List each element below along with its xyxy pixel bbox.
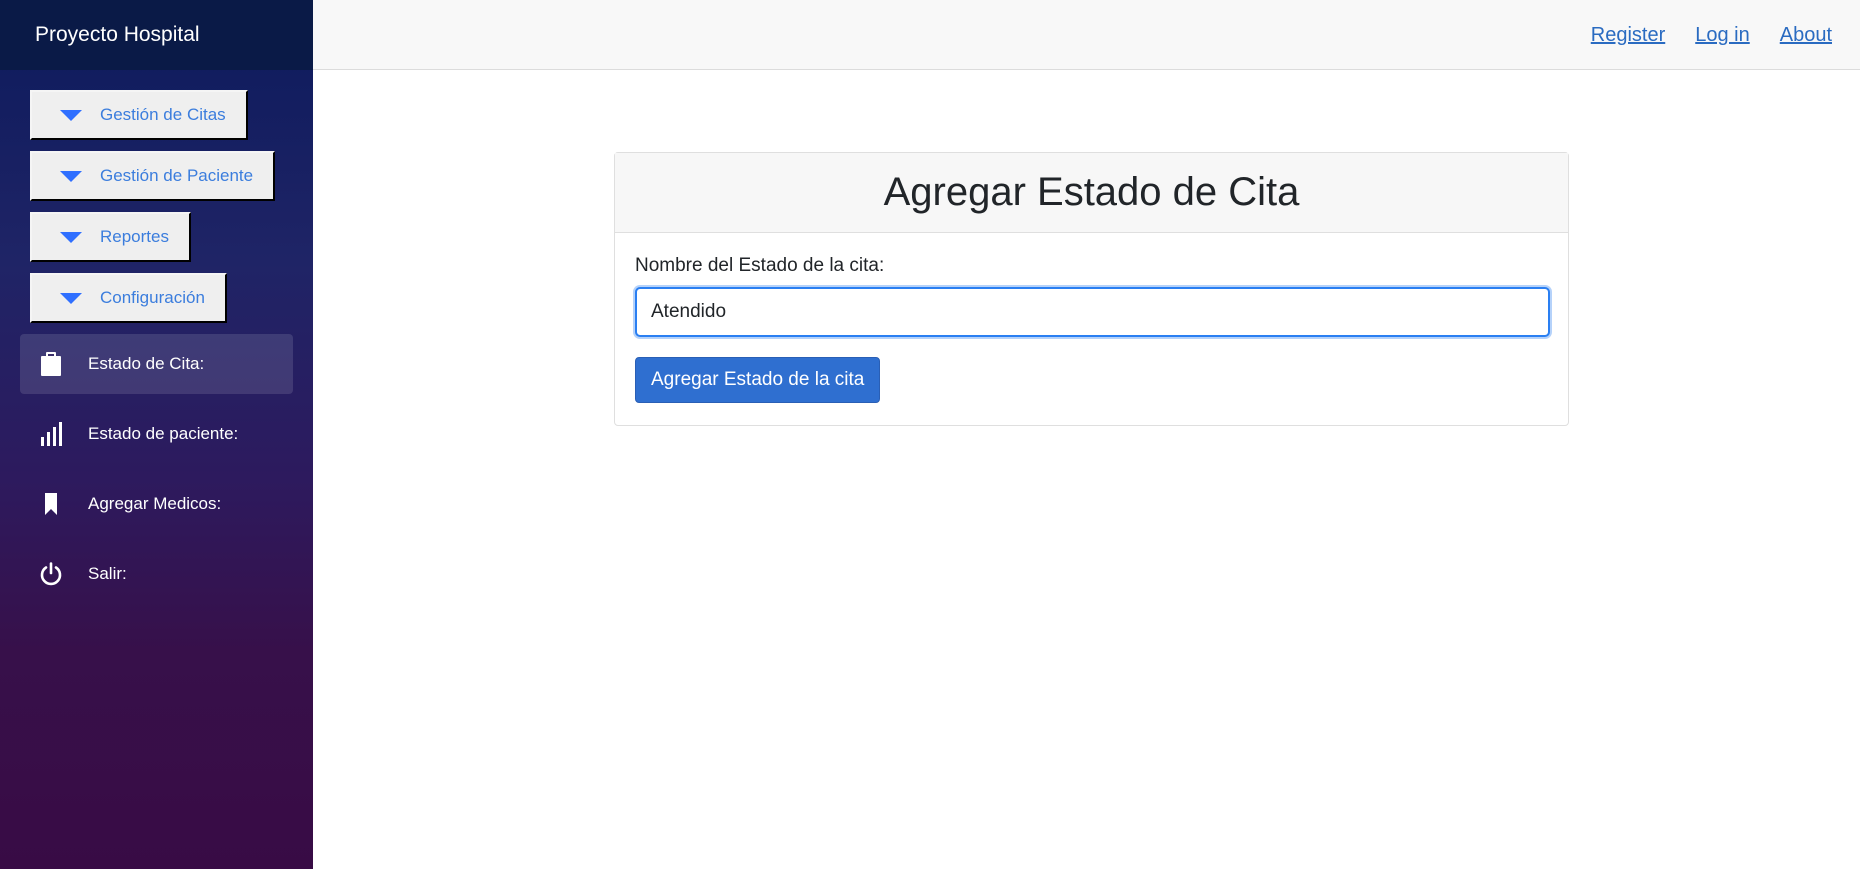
bar-chart-icon bbox=[38, 421, 64, 447]
field-label: Nombre del Estado de la cita: bbox=[635, 255, 885, 276]
nav-item-agregar-medicos[interactable]: Agregar Medicos: bbox=[20, 474, 293, 534]
dropdown-configuracion[interactable]: Configuración bbox=[30, 273, 227, 323]
submit-button[interactable]: Agregar Estado de la cita bbox=[635, 357, 881, 403]
nav-label: Agregar Medicos: bbox=[88, 494, 222, 513]
nav-label: Estado de paciente: bbox=[88, 424, 239, 443]
caret-down-icon bbox=[60, 292, 82, 304]
form-card: Agregar Estado de Cita Nombre del Estado… bbox=[614, 152, 1569, 426]
top-navbar: Register Log in About bbox=[313, 0, 1860, 70]
dropdown-reportes[interactable]: Reportes bbox=[30, 212, 191, 262]
caret-down-icon bbox=[60, 231, 82, 243]
register-link[interactable]: Register bbox=[1591, 24, 1665, 47]
bookmark-icon bbox=[38, 491, 64, 517]
nav-item-estado-cita[interactable]: Estado de Cita: bbox=[20, 334, 293, 394]
login-link[interactable]: Log in bbox=[1695, 24, 1750, 47]
nav-label: Salir: bbox=[88, 564, 127, 583]
dropdown-label: Configuración bbox=[100, 288, 205, 307]
caret-down-icon bbox=[60, 170, 82, 182]
top-links: Register Log in About bbox=[1561, 0, 1832, 70]
dropdown-label: Reportes bbox=[100, 227, 169, 246]
clipboard-icon bbox=[38, 351, 64, 377]
dropdown-label: Gestión de Paciente bbox=[100, 166, 254, 185]
brand-bar: Proyecto Hospital bbox=[0, 0, 313, 70]
dropdown-gestion-citas[interactable]: Gestión de Citas bbox=[30, 90, 248, 140]
about-link[interactable]: About bbox=[1780, 24, 1832, 47]
brand-link[interactable]: Proyecto Hospital bbox=[35, 23, 200, 47]
nav-item-estado-paciente[interactable]: Estado de paciente: bbox=[20, 404, 293, 464]
nav-item-salir[interactable]: Salir: bbox=[20, 544, 293, 604]
dropdown-label: Gestión de Citas bbox=[100, 105, 226, 124]
dropdown-gestion-paciente[interactable]: Gestión de Paciente bbox=[30, 151, 276, 201]
caret-down-icon bbox=[60, 109, 82, 121]
power-icon bbox=[38, 561, 64, 587]
sidebar: Proyecto Hospital Gestión de Citas Gesti… bbox=[0, 0, 313, 869]
card-title: Agregar Estado de Cita bbox=[615, 153, 1568, 233]
nav-label: Estado de Cita: bbox=[88, 354, 205, 373]
card-body: Nombre del Estado de la cita: Agregar Es… bbox=[615, 233, 1568, 425]
estado-cita-input[interactable] bbox=[635, 287, 1550, 337]
